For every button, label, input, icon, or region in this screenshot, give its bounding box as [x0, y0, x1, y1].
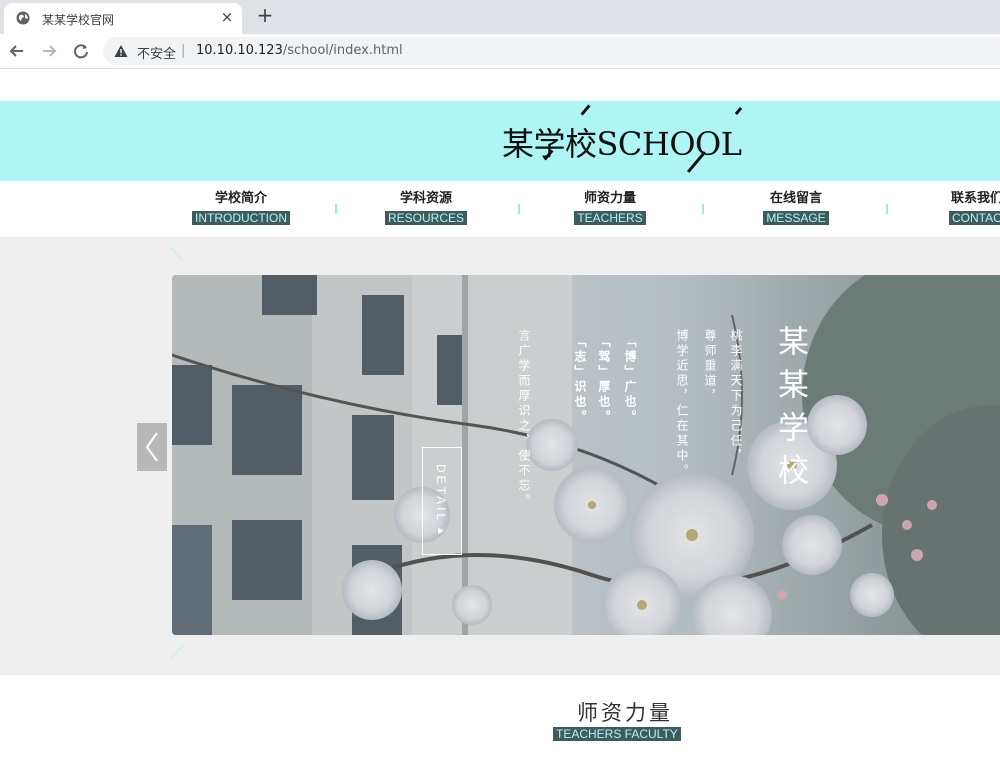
forward-icon[interactable] — [38, 40, 60, 62]
nav-item-label: 学校简介 — [214, 191, 267, 206]
hero-text-line: 「志」识也。 — [573, 335, 587, 425]
hero-text-line: 博学近思，仁在其中。 — [675, 329, 689, 479]
warning-icon — [114, 45, 128, 57]
nav-divider — [886, 204, 888, 214]
logo-slash-mark — [580, 104, 591, 116]
back-icon[interactable] — [6, 40, 28, 62]
tab-title: 某某学校官网 — [42, 13, 115, 27]
nav-item-label: 联系我们 — [951, 191, 1000, 206]
globe-icon — [16, 11, 30, 25]
browser-tab[interactable]: 某某学校官网 × — [4, 3, 242, 34]
url-host: 10.10.10.123 — [196, 43, 283, 58]
reload-icon[interactable] — [70, 40, 92, 62]
nav-item-sublabel: TEACHERS — [574, 211, 646, 225]
hero-slide[interactable]: 某某学校 桃李满天下为己任， 尊师重道， 博学近思，仁在其中。 「博」广也。 「… — [172, 275, 1000, 635]
nav-item-introduction[interactable]: 学校简介 INTRODUCTION — [191, 191, 291, 226]
detail-button[interactable]: DETAIL▸ — [422, 447, 462, 555]
url-path: /school/index.html — [282, 43, 403, 58]
browser-toolbar: 不安全 | 10.10.10.123/school/index.html — [0, 34, 1000, 68]
nav-item-label: 在线留言 — [769, 191, 822, 206]
nav-item-sublabel: CONTACT — [949, 211, 1000, 225]
carousel-prev-button[interactable] — [137, 423, 167, 471]
nav-item-label: 学科资源 — [399, 191, 452, 206]
header-banner: 某学校SCHOOL — [0, 101, 1000, 181]
page: 某学校SCHOOL 学校简介 INTRODUCTION 学科资源 RESOURC… — [0, 69, 1000, 768]
security-label[interactable]: 不安全 — [137, 43, 176, 62]
site-logo[interactable]: 某学校SCHOOL — [502, 119, 742, 165]
nav-divider — [702, 204, 704, 214]
nav-item-message[interactable]: 在线留言 MESSAGE — [746, 191, 846, 226]
nav-item-teachers[interactable]: 师资力量 TEACHERS — [560, 191, 660, 226]
hero-title: 某某学校 — [772, 325, 808, 497]
address-bar[interactable]: 不安全 | 10.10.10.123/school/index.html — [103, 37, 1000, 65]
browser-tabstrip: 某某学校官网 × + — [0, 0, 1000, 34]
hero-text-line: 尊师重道， — [703, 329, 717, 404]
url-text[interactable]: 10.10.10.123/school/index.html — [196, 43, 403, 58]
plus-icon[interactable]: + — [254, 4, 276, 26]
nav-divider — [335, 204, 337, 214]
hero-text-line: 桃李满天下为己任， — [729, 329, 743, 464]
nav-divider — [518, 204, 520, 214]
hero-section: 某某学校 桃李满天下为己任， 尊师重道， 博学近思，仁在其中。 「博」广也。 「… — [0, 237, 1000, 675]
nav-item-resources[interactable]: 学科资源 RESOURCES — [376, 191, 476, 226]
nav-item-contact[interactable]: 联系我们 CONTACT — [949, 191, 1000, 226]
close-icon[interactable]: × — [218, 8, 236, 26]
url-separator: | — [181, 43, 186, 58]
decorative-line — [169, 247, 184, 261]
nav-item-sublabel: INTRODUCTION — [192, 211, 290, 225]
chevron-left-icon — [145, 432, 158, 462]
main-nav: 学校简介 INTRODUCTION 学科资源 RESOURCES 师资力量 TE… — [0, 181, 1000, 237]
teachers-section: 师资力量 TEACHERS FACULTY — [0, 675, 1000, 768]
section-subtitle: TEACHERS FACULTY — [553, 727, 681, 741]
nav-item-label: 师资力量 — [583, 191, 636, 206]
hero-background-image — [172, 275, 1000, 635]
nav-item-sublabel: MESSAGE — [763, 211, 829, 225]
hero-text-line: 「驾」厚也。 — [597, 335, 611, 425]
detail-button-label: DETAIL▸ — [434, 464, 448, 541]
hero-text-line: 「博」广也。 — [623, 335, 637, 425]
hero-text-line: 言广学而厚识之，使不忘。 — [517, 329, 531, 509]
section-title: 师资力量 — [577, 701, 673, 725]
nav-item-sublabel: RESOURCES — [384, 211, 467, 225]
logo-slash-mark — [734, 106, 743, 116]
decorative-line — [169, 645, 184, 659]
